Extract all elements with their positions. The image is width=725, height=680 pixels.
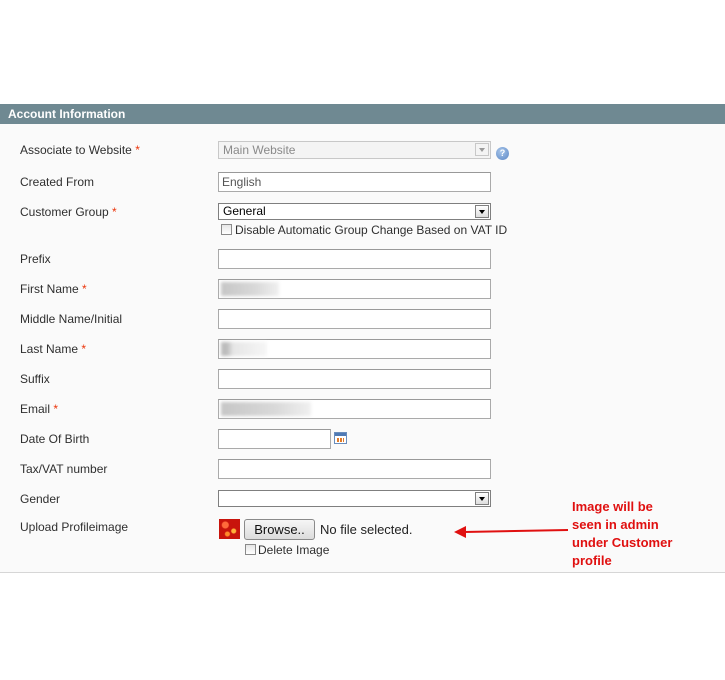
profile-image-label-text: Upload Profileimage	[20, 520, 129, 534]
taxvat-input[interactable]	[218, 459, 491, 479]
created-from-label: Created From	[20, 175, 94, 189]
redacted-last-name	[221, 342, 267, 356]
dob-label-text: Date Of Birth	[20, 432, 90, 446]
first-name-label-text: First Name	[20, 282, 79, 296]
annotation-line: under Customer	[572, 535, 673, 550]
first-name-label: First Name *	[20, 282, 87, 296]
annotation-line: seen in admin	[572, 517, 659, 532]
redacted-email	[221, 402, 311, 416]
middle-name-label: Middle Name/Initial	[20, 312, 122, 326]
suffix-input[interactable]	[218, 369, 491, 389]
section-title: Account Information	[8, 107, 126, 121]
taxvat-label-text: Tax/VAT number	[20, 462, 108, 476]
required-mark: *	[81, 342, 87, 356]
required-mark: *	[53, 402, 59, 416]
last-name-label: Last Name *	[20, 342, 86, 356]
last-name-label-text: Last Name	[20, 342, 79, 356]
middle-name-label-text: Middle Name/Initial	[20, 312, 123, 326]
taxvat-label: Tax/VAT number	[20, 462, 107, 476]
dob-input[interactable]	[218, 429, 331, 449]
customer-group-select-value: General	[223, 204, 266, 218]
browse-button[interactable]: Browse..	[244, 519, 315, 540]
calendar-icon[interactable]	[334, 432, 347, 444]
gender-label: Gender	[20, 492, 60, 506]
prefix-input[interactable]	[218, 249, 491, 269]
gender-select[interactable]	[218, 490, 491, 507]
redacted-first-name	[221, 282, 279, 296]
file-status-text: No file selected.	[320, 522, 413, 537]
chevron-down-icon	[475, 143, 489, 156]
annotation-arrow	[454, 526, 569, 538]
website-label: Associate to Website *	[20, 143, 140, 157]
gender-label-text: Gender	[20, 492, 61, 506]
customer-group-select[interactable]: General	[218, 203, 491, 220]
chevron-down-icon	[475, 492, 489, 505]
annotation-note: Image will be seen in admin under Custom…	[572, 498, 712, 570]
disable-vat-group-label: Disable Automatic Group Change Based on …	[235, 223, 508, 237]
website-select[interactable]: Main Website	[218, 141, 491, 159]
customer-group-label-text: Customer Group	[20, 205, 109, 219]
suffix-label: Suffix	[20, 372, 50, 386]
customer-group-label: Customer Group *	[20, 205, 117, 219]
annotation-line: profile	[572, 553, 612, 568]
chevron-down-icon	[475, 205, 489, 218]
email-label-text: Email	[20, 402, 51, 416]
help-icon[interactable]: ?	[496, 147, 509, 160]
prefix-label: Prefix	[20, 252, 51, 266]
profile-image-thumbnail	[219, 519, 240, 539]
created-from-input[interactable]: English	[218, 172, 491, 192]
dob-label: Date Of Birth	[20, 432, 89, 446]
section-header: Account Information	[0, 104, 725, 124]
annotation-line: Image will be	[572, 499, 653, 514]
website-label-text: Associate to Website	[20, 143, 132, 157]
required-mark: *	[135, 143, 140, 157]
email-label: Email *	[20, 402, 58, 416]
profile-image-label: Upload Profileimage	[20, 520, 128, 534]
website-select-value: Main Website	[223, 143, 296, 157]
required-mark: *	[112, 205, 117, 219]
suffix-label-text: Suffix	[20, 372, 50, 386]
required-mark: *	[82, 282, 87, 296]
disable-vat-group-checkbox[interactable]	[221, 224, 232, 235]
delete-image-checkbox[interactable]	[245, 544, 256, 555]
middle-name-input[interactable]	[218, 309, 491, 329]
delete-image-label: Delete Image	[258, 543, 330, 557]
created-from-label-text: Created From	[20, 175, 95, 189]
prefix-label-text: Prefix	[20, 252, 51, 266]
